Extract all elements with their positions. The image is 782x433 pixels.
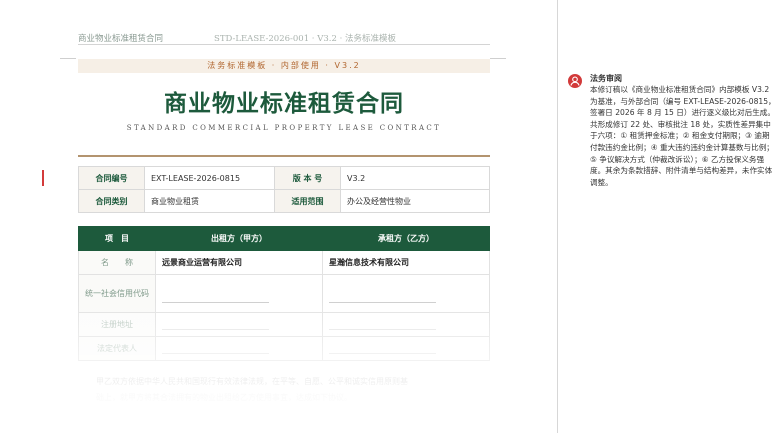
body-line: 甲乙双方依据中华人民共和国现行有效法律法规，在平等、自愿、公平和诚实信用原则基: [96, 377, 408, 386]
parties-header-row: 项 目 出租方（甲方） 承租方（乙方）: [78, 226, 490, 251]
contract-subtitle[interactable]: STANDARD COMMERCIAL PROPERTY LEASE CONTR…: [78, 124, 490, 132]
body-line: 础上，就甲方将其合法拥有的物业出租给乙方使用事宜，达成如下协议。: [96, 393, 352, 402]
lessee-credit-code-field[interactable]: [322, 274, 490, 313]
blank-line: [162, 302, 269, 303]
user-avatar-icon: [568, 74, 582, 88]
margin-mark-right: [490, 58, 506, 59]
contract-meta-table: 合同编号 EXT-LEASE-2026-0815 版 本 号 V3.2 合同类别…: [78, 166, 490, 213]
meta-row: 合同类别 商业物业租赁 适用范围 办公及经营性物业: [78, 189, 490, 213]
body-preview: 甲乙双方依据中华人民共和国现行有效法律法规，在平等、自愿、公平和诚实信用原则基 …: [96, 374, 496, 406]
scope-value[interactable]: 办公及经营性物业: [340, 189, 490, 213]
blank-line: [162, 329, 269, 330]
version-label: 版 本 号: [274, 166, 341, 190]
title-rule: [78, 155, 490, 157]
meta-row: 合同编号 EXT-LEASE-2026-0815 版 本 号 V3.2: [78, 166, 490, 190]
credit-code-label: 统一社会信用代码: [78, 274, 156, 313]
lessor-address-field[interactable]: [155, 312, 323, 337]
address-label: 注册地址: [78, 312, 156, 337]
page-divider: [557, 0, 558, 433]
col-header-lessor: 出租方（甲方）: [155, 226, 323, 251]
parties-table: 项 目 出租方（甲方） 承租方（乙方） 名 称 远景商业运营有限公司 星瀚信息技…: [78, 226, 490, 361]
contract-title[interactable]: 商业物业标准租赁合同: [78, 84, 490, 118]
header-rule: [78, 44, 490, 45]
rep-label: 法定代表人: [78, 336, 156, 361]
scope-label: 适用范围: [274, 189, 341, 213]
lessee-address-field[interactable]: [322, 312, 490, 337]
category-label: 合同类别: [78, 189, 145, 213]
table-row: 统一社会信用代码: [78, 274, 490, 313]
col-header-lessee: 承租方（乙方）: [322, 226, 490, 251]
name-label: 名 称: [78, 250, 156, 275]
blank-line: [162, 353, 269, 354]
comment-body: 本修订稿以《商业物业标准租赁合同》内部模板 V3.2 为基准，与外部合同（编号 …: [590, 85, 776, 187]
lessor-credit-code-field[interactable]: [155, 274, 323, 313]
header-doc-title: 商业物业标准租赁合同: [78, 34, 164, 44]
contract-no-label: 合同编号: [78, 166, 145, 190]
category-value[interactable]: 商业物业租赁: [144, 189, 275, 213]
version-value[interactable]: V3.2: [340, 166, 490, 190]
blank-line: [329, 302, 436, 303]
lessor-rep-field[interactable]: [155, 336, 323, 361]
text-cursor: [42, 170, 44, 186]
lessor-name[interactable]: 远景商业运营有限公司: [155, 250, 323, 275]
contract-no-value[interactable]: EXT-LEASE-2026-0815: [144, 166, 275, 190]
blank-line: [329, 329, 436, 330]
table-row: 注册地址: [78, 312, 490, 337]
margin-mark-left: [60, 58, 76, 59]
template-banner: 法务标准模板 · 内部使用 · V3.2: [78, 59, 490, 73]
col-header-item: 项 目: [78, 226, 156, 251]
header-doc-meta: STD-LEASE-2026-001 · V3.2 · 法务标准模板: [214, 34, 396, 44]
table-row: 法定代表人: [78, 336, 490, 361]
contract-page: 商业物业标准租赁合同 STD-LEASE-2026-001 · V3.2 · 法…: [0, 0, 557, 433]
lessee-name[interactable]: 星瀚信息技术有限公司: [322, 250, 490, 275]
lessee-rep-field[interactable]: [322, 336, 490, 361]
blank-line: [329, 353, 436, 354]
comment-author: 法务审阅: [590, 74, 622, 83]
table-row: 名 称 远景商业运营有限公司 星瀚信息技术有限公司: [78, 250, 490, 275]
